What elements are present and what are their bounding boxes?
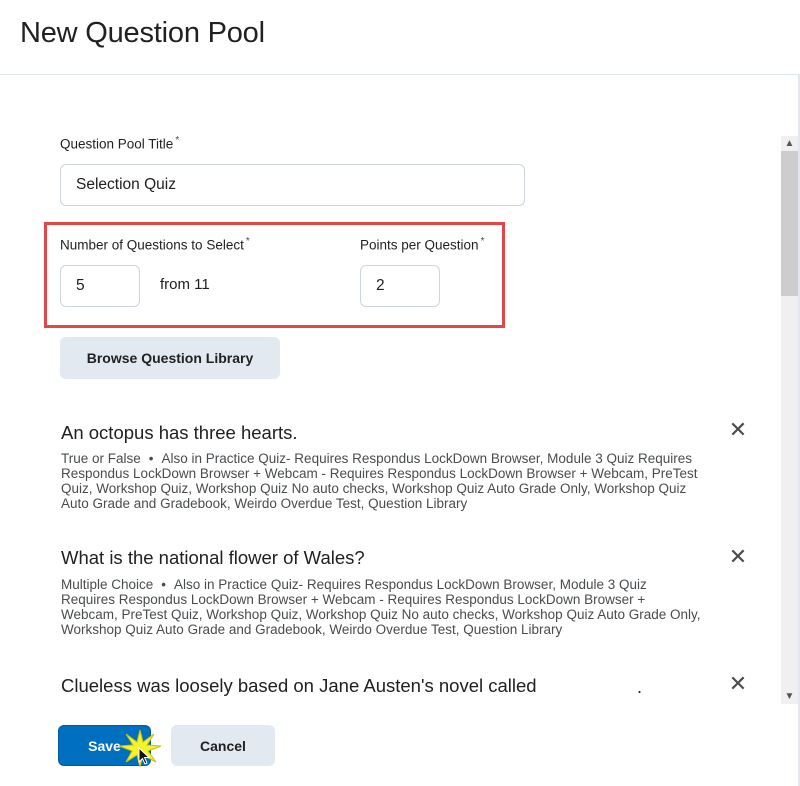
num-questions-value: 5 [76,277,85,294]
points-label: Points per Question * [360,236,484,253]
question-title: Clueless was loosely based on Jane Auste… [61,675,537,696]
browse-question-library-button[interactable]: Browse Question Library [60,337,280,379]
page-title: New Question Pool [20,17,265,49]
question-blank-end: . [637,677,643,697]
cancel-button[interactable]: Cancel [171,725,275,766]
close-icon[interactable]: ✕ [728,419,748,441]
num-questions-label-text: Number of Questions to Select [60,237,244,253]
required-mark: * [480,236,485,247]
chevron-up-icon[interactable]: ▲ [781,136,798,151]
chevron-down-icon[interactable]: ▼ [781,689,798,704]
pool-title-label: Question Pool Title * [60,135,179,152]
from-total-text: from 11 [160,276,210,293]
pool-title-input[interactable]: Selection Quiz [60,164,525,206]
num-questions-input[interactable]: 5 [60,265,140,307]
scrollbar[interactable]: ▲ ▼ [781,136,798,704]
click-indicator-icon [118,729,162,768]
scrollbar-thumb[interactable] [781,151,798,296]
question-title: An octopus has three hearts. [61,422,298,443]
question-also-in: Also in Practice Quiz- Requires Respondu… [61,451,698,511]
pool-title-value: Selection Quiz [76,176,176,193]
dialog-header: New Question Pool [0,0,800,75]
points-input[interactable]: 2 [360,265,440,307]
bullet-separator: • [161,577,167,592]
close-icon[interactable]: ✕ [728,546,748,568]
required-mark: * [245,236,250,247]
question-also-in: Also in Practice Quiz- Requires Respondu… [61,577,701,637]
points-value: 2 [376,277,385,294]
pool-title-label-text: Question Pool Title [60,136,174,152]
question-type: True or False [61,451,141,466]
required-mark: * [175,135,180,146]
question-type: Multiple Choice [61,577,154,592]
num-questions-label: Number of Questions to Select * [60,236,250,253]
points-label-text: Points per Question [360,237,479,253]
question-meta: True or False • Also in Practice Quiz- Req… [61,451,701,511]
close-icon[interactable]: ✕ [728,673,748,695]
bullet-separator: • [148,451,154,466]
question-title: What is the national flower of Wales? [61,547,365,568]
question-meta: Multiple Choice • Also in Practice Quiz- R… [61,577,701,637]
